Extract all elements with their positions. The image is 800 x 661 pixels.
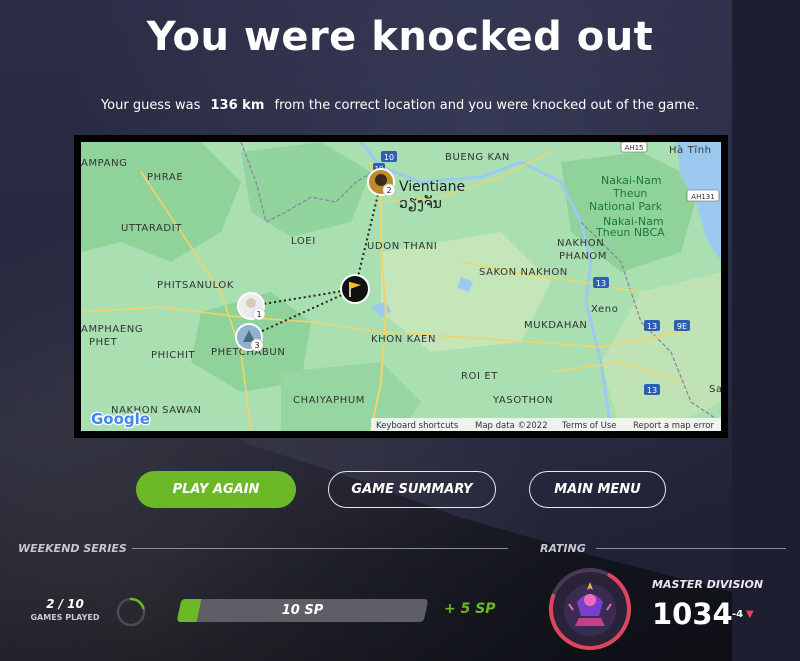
result-map[interactable]: 10 10 13 13 9E 13 AH15 AH131 AMPANG PHRA… — [74, 135, 728, 438]
rating-label: RATING — [540, 542, 586, 555]
map-label: PHITSANULOK — [157, 280, 234, 291]
map-canvas[interactable]: 10 10 13 13 9E 13 AH15 AH131 AMPANG PHRA… — [81, 142, 721, 431]
section-divider — [132, 548, 508, 549]
map-label: LOEI — [291, 236, 316, 247]
road-badge: 9E — [674, 320, 690, 331]
map-label: AMPANG — [81, 158, 128, 169]
result-message-pre: Your guess was — [100, 98, 201, 113]
map-label: SAKON NAKHON — [479, 267, 568, 278]
map-label: UTTARADIT — [121, 223, 182, 234]
play-again-button[interactable]: PLAY AGAIN — [136, 471, 296, 508]
game-summary-button[interactable]: GAME SUMMARY — [328, 471, 496, 508]
rating-value: 1034 — [652, 597, 733, 631]
map-label: UDON THANI — [367, 241, 437, 252]
player-guess-marker[interactable]: 1 — [237, 292, 266, 321]
sp-gain: + 5 SP — [444, 601, 496, 617]
result-message: Your guess was 136 km from the correct l… — [0, 98, 800, 113]
weekend-series-label: WEEKEND SERIES — [18, 542, 127, 555]
division-name: MASTER DIVISION — [652, 578, 764, 591]
svg-text:13: 13 — [596, 279, 606, 288]
result-message-post: from the correct location and you were k… — [274, 98, 700, 113]
games-progress-ring — [116, 597, 146, 627]
road-badge: AH131 — [686, 189, 720, 202]
games-played-count: 2 / 10 — [46, 597, 84, 611]
map-label: YASOTHON — [492, 395, 553, 406]
svg-text:Google: Google — [91, 410, 150, 428]
terms-link[interactable]: Terms of Use — [561, 421, 617, 431]
keyboard-shortcuts-link[interactable]: Keyboard shortcuts — [376, 421, 459, 431]
road-badge: 13 — [644, 320, 660, 331]
svg-text:9E: 9E — [677, 322, 687, 331]
games-played-label: GAMES PLAYED — [30, 613, 100, 622]
road-badge: 13 — [644, 384, 660, 395]
map-label: KHON KAEN — [371, 334, 436, 345]
map-data-credit: Map data ©2022 — [475, 421, 548, 431]
rating-down-icon: ▼ — [746, 609, 754, 620]
map-label-city-local: ວຽງຈັນ — [399, 196, 442, 212]
svg-text:3: 3 — [254, 341, 259, 350]
map-label: CHAIYAPHUM — [293, 395, 365, 406]
page-title: You were knocked out — [146, 14, 654, 60]
sp-value: 10 SP — [281, 603, 324, 618]
svg-text:2: 2 — [386, 186, 391, 195]
main-menu-button[interactable]: MAIN MENU — [529, 471, 666, 508]
road-badge: 10 — [381, 151, 397, 162]
map-label: MUKDAHAN — [524, 320, 588, 331]
road-badge: AH15 — [620, 142, 648, 153]
map-label: PHRAE — [147, 172, 183, 183]
player-guess-marker[interactable]: 3 — [235, 323, 264, 352]
correct-location-marker[interactable] — [340, 274, 370, 304]
map-label: ROI ET — [461, 371, 498, 382]
google-logo: Google — [90, 409, 151, 430]
section-divider — [596, 548, 786, 549]
map-label-city: Vientiane — [399, 179, 465, 195]
map-label: Hà Tĩnh — [669, 144, 712, 156]
svg-text:AH15: AH15 — [625, 144, 644, 152]
svg-text:AH131: AH131 — [691, 193, 714, 201]
road-badge: 13 — [593, 277, 609, 288]
svg-text:13: 13 — [647, 386, 657, 395]
map-label: BUENG KAN — [445, 152, 510, 163]
report-error-link[interactable]: Report a map error — [633, 421, 714, 431]
map-label-park: Nakai-Nam Theun NBCA — [595, 215, 665, 239]
svg-text:13: 13 — [647, 322, 657, 331]
map-label: Sa — [709, 384, 721, 395]
map-label: PHICHIT — [151, 350, 196, 361]
master-division-emblem — [549, 568, 631, 650]
map-label: Xeno — [591, 304, 618, 315]
svg-text:1: 1 — [256, 310, 261, 319]
svg-text:10: 10 — [384, 153, 394, 162]
player-guess-marker[interactable]: 2 — [367, 168, 396, 197]
rating-delta: -4 — [732, 609, 744, 620]
guess-distance: 136 km — [210, 98, 265, 113]
